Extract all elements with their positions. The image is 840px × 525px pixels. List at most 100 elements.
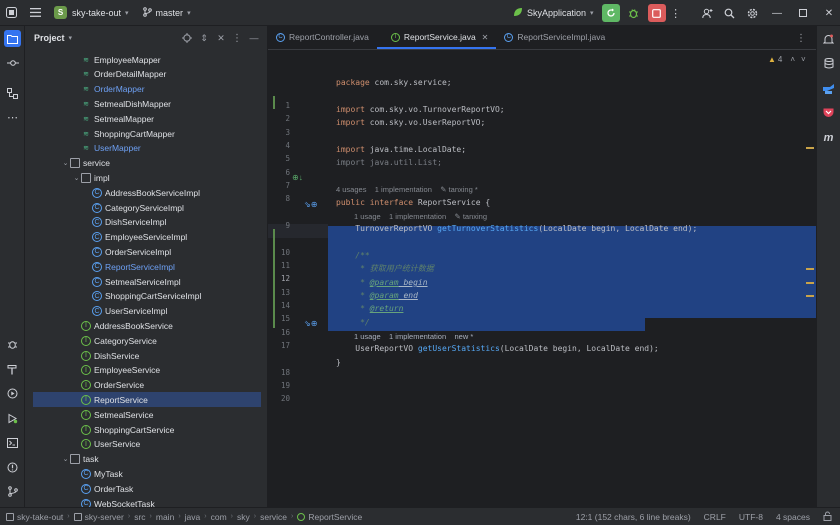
tree-item[interactable]: C EmployeeServiceImpl	[33, 230, 261, 245]
breadcrumb-item[interactable]: sky	[237, 512, 250, 522]
breadcrumb-item[interactable]: src	[134, 512, 145, 522]
breadcrumb-item[interactable]: sky-server	[85, 512, 124, 522]
chevron-down-icon[interactable]: ▾	[69, 34, 73, 42]
project-selector[interactable]: S sky-take-out ▾	[48, 0, 137, 26]
maximize-icon[interactable]	[790, 0, 816, 26]
debug-button[interactable]	[625, 4, 643, 22]
project-panel-title[interactable]: Project	[34, 33, 65, 43]
tree-item[interactable]: C WebSocketTask	[33, 496, 261, 507]
git-tool-icon[interactable]	[4, 483, 21, 500]
tree-folder[interactable]: ⌄ service	[33, 156, 261, 171]
collapse-all-icon[interactable]: ✕	[214, 31, 228, 45]
tree-item[interactable]: ≋ SetmealDishMapper	[33, 96, 261, 111]
implementation-gutter-icon[interactable]: ⇘⊕	[304, 200, 317, 209]
class-icon: C	[81, 498, 91, 507]
problems-icon[interactable]	[4, 459, 21, 476]
code-vision-hint[interactable]: 4 usages 1 implementation ✎ tanxing *	[336, 183, 478, 196]
tree-item[interactable]: I ReportService	[33, 392, 261, 408]
breadcrumb-item[interactable]: main	[156, 512, 174, 522]
project-tool-icon[interactable]	[4, 30, 21, 47]
line-number: 13	[280, 288, 290, 297]
tree-item[interactable]: C OrderTask	[33, 481, 261, 496]
notifications-bell-icon[interactable]	[820, 31, 837, 48]
services-bug-icon[interactable]	[4, 336, 21, 353]
run-config-selector[interactable]: SkyApplication ▾	[507, 0, 600, 26]
tree-item[interactable]: C ReportServiceImpl	[33, 259, 261, 274]
run-tool-icon[interactable]	[4, 385, 21, 402]
pocket-icon[interactable]	[820, 104, 837, 121]
tree-item[interactable]: C AddressBookServiceImpl	[33, 185, 261, 200]
search-icon[interactable]	[718, 0, 740, 26]
lock-icon[interactable]	[823, 511, 832, 523]
more-actions-icon[interactable]: ⋮	[666, 0, 686, 26]
main-menu-icon[interactable]	[22, 0, 48, 26]
breadcrumb-item[interactable]: service	[260, 512, 287, 522]
tree-item[interactable]: ≋ OrderDetailMapper	[33, 67, 261, 82]
implementation-gutter-icon[interactable]: ⇘⊕	[304, 319, 317, 328]
locate-target-icon[interactable]	[180, 31, 194, 45]
chevron-down-icon[interactable]: ⌄	[61, 455, 70, 463]
branch-selector[interactable]: master ▾	[137, 0, 197, 26]
close-tab-icon[interactable]: ✕	[482, 33, 489, 42]
tree-item[interactable]: I UserService	[33, 437, 261, 452]
indent-setting[interactable]: 4 spaces	[776, 512, 810, 522]
more-tools-icon[interactable]: ⋯	[4, 109, 21, 126]
tree-item[interactable]: I CategoryService	[33, 333, 261, 348]
implemented-icon[interactable]: ⊕↓	[292, 173, 303, 182]
hide-panel-icon[interactable]: —	[247, 31, 261, 45]
tree-item[interactable]: ≋ SetmealMapper	[33, 111, 261, 126]
breadcrumb-item[interactable]: sky-take-out	[17, 512, 63, 522]
file-encoding[interactable]: UTF-8	[739, 512, 763, 522]
line-separator[interactable]: CRLF	[704, 512, 726, 522]
gear-icon[interactable]	[740, 0, 764, 26]
tab-report-service-impl[interactable]: C ReportServiceImpl.java	[496, 25, 613, 49]
rerun-button[interactable]	[601, 4, 620, 22]
tree-item[interactable]: ≋ ShoppingCartMapper	[33, 126, 261, 141]
database-icon[interactable]	[820, 55, 837, 72]
tab-report-controller[interactable]: C ReportController.java	[268, 25, 377, 49]
tree-item[interactable]: C CategoryServiceImpl	[33, 200, 261, 215]
breadcrumb-item[interactable]: ReportService	[308, 512, 362, 522]
tree-item[interactable]: C SetmealServiceImpl	[33, 274, 261, 289]
tree-item[interactable]: I EmployeeService	[33, 363, 261, 378]
maven-icon[interactable]: m	[820, 129, 837, 146]
code-view[interactable]: package com.sky.service; import com.sky.…	[328, 50, 816, 507]
tree-folder[interactable]: ⌄ task	[33, 452, 261, 467]
tree-item[interactable]: I SetmealService	[33, 407, 261, 422]
expand-collapse-icon[interactable]: ⇕	[197, 31, 211, 45]
line-number: 7	[285, 181, 290, 190]
tree-item[interactable]: I ShoppingCartService	[33, 422, 261, 437]
add-user-icon[interactable]	[696, 0, 718, 26]
build-hammer-icon[interactable]	[4, 361, 21, 378]
stop-button[interactable]	[647, 4, 666, 22]
tree-item[interactable]: I AddressBookService	[33, 318, 261, 333]
terminal-icon[interactable]	[4, 434, 21, 451]
close-icon[interactable]: ✕	[816, 0, 840, 26]
chevron-down-icon[interactable]: ⌄	[61, 159, 70, 167]
tree-item[interactable]: C OrderServiceImpl	[33, 244, 261, 259]
commit-tool-icon[interactable]	[4, 54, 21, 71]
tree-item[interactable]: ≋ UserMapper	[33, 141, 261, 156]
app-logo-icon[interactable]	[0, 0, 22, 26]
breadcrumb-item[interactable]: com	[211, 512, 227, 522]
tree-item[interactable]: C DishServiceImpl	[33, 215, 261, 230]
tree-item[interactable]: I DishService	[33, 348, 261, 363]
tree-item[interactable]: ≋ OrderMapper	[33, 82, 261, 97]
debug-tool-icon[interactable]	[4, 410, 21, 427]
options-icon[interactable]: ⋮	[230, 31, 244, 45]
minimize-icon[interactable]: —	[764, 0, 790, 26]
tree-item[interactable]: ≋ EmployeeMapper	[33, 52, 261, 67]
chevron-down-icon[interactable]: ⌄	[72, 174, 81, 182]
class-icon: C	[276, 32, 285, 42]
tree-item[interactable]: C UserServiceImpl	[33, 304, 261, 319]
tab-report-service[interactable]: I ReportService.java ✕	[376, 25, 497, 49]
tree-folder[interactable]: ⌄ impl	[33, 170, 261, 185]
tree-item[interactable]: I OrderService	[33, 378, 261, 393]
tree-item[interactable]: C ShoppingCartServiceImpl	[33, 289, 261, 304]
plugin-icon[interactable]	[820, 80, 837, 97]
caret-position[interactable]: 12:1 (152 chars, 6 line breaks)	[576, 512, 691, 522]
tab-list-icon[interactable]: ⋮	[796, 33, 806, 44]
structure-tool-icon[interactable]	[4, 85, 21, 102]
tree-item[interactable]: C MyTask	[33, 466, 261, 481]
breadcrumb-item[interactable]: java	[185, 512, 201, 522]
